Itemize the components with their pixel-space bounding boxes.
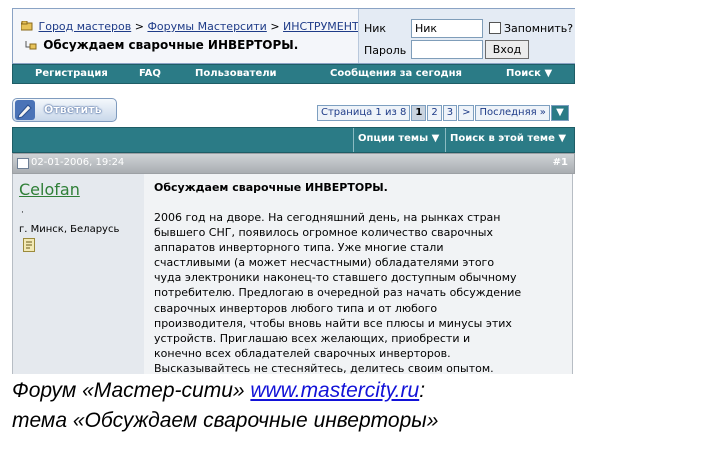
thread-icon <box>25 41 37 50</box>
user-title: · <box>21 208 24 218</box>
thread-title-text: Обсуждаем сварочные ИНВЕРТОРЫ. <box>43 38 299 52</box>
nick-label: Ник <box>364 22 387 35</box>
breadcrumb-forums-link[interactable]: Форумы Мастерсити <box>147 20 266 33</box>
thread-options-menu[interactable]: Опции темы ▼ <box>358 133 439 144</box>
user-status-icon <box>23 238 35 252</box>
caption-forum-name: Форум «Мастер-сити» <box>12 379 251 402</box>
forum-screenshot: Город мастеров > Форумы Мастерсити > ИНС… <box>12 8 575 374</box>
reply-button[interactable]: Ответить <box>12 98 117 122</box>
remember-label: Запомнить? <box>504 22 574 35</box>
caption-line-2: тема «Обсуждаем сварочные инверторы» <box>12 409 439 432</box>
page-last[interactable]: Последняя » <box>475 105 550 121</box>
pencil-icon <box>15 100 35 120</box>
thread-options-label: Опции темы <box>358 133 429 144</box>
login-button[interactable]: Вход <box>485 40 529 59</box>
caption-url-link[interactable]: www.mastercity.ru <box>250 379 419 402</box>
thread-search-label: Поиск в этой теме <box>450 133 555 144</box>
reply-button-label: Ответить <box>44 103 102 116</box>
breadcrumb: Город мастеров > Форумы Мастерсити > ИНС… <box>21 20 368 33</box>
post-body: Обсуждаем сварочные ИНВЕРТОРЫ. 2006 год … <box>144 174 573 374</box>
nav-members[interactable]: Пользователи <box>195 68 277 79</box>
post-icon <box>17 158 29 169</box>
page-3[interactable]: 3 <box>442 105 458 121</box>
nav-search[interactable]: Поиск ▼ <box>506 68 552 79</box>
page-1[interactable]: 1 <box>411 105 427 121</box>
thread-title: Обсуждаем сварочные ИНВЕРТОРЫ. <box>25 38 298 52</box>
post-text: 2006 год на дворе. На сегодняшний день, … <box>154 211 522 374</box>
forum-header: Город мастеров > Форумы Мастерсити > ИНС… <box>12 8 575 64</box>
pagination: Страница 1 из 8 1 2 3 > Последняя » ▼ <box>317 105 570 121</box>
nick-input[interactable]: Ник <box>411 19 483 38</box>
breadcrumb-tools-link[interactable]: ИНСТРУМЕНТЫ <box>283 20 368 33</box>
chevron-down-icon: ▼ <box>544 68 553 79</box>
nav-todays-posts[interactable]: Сообщения за сегодня <box>330 68 462 79</box>
toolbar-divider <box>445 128 446 152</box>
nav-faq[interactable]: FAQ <box>139 68 161 79</box>
breadcrumb-home-link[interactable]: Город мастеров <box>39 20 132 33</box>
chevron-down-icon: ▼ <box>431 133 440 144</box>
nav-folder-icon <box>21 21 33 31</box>
thread-search-menu[interactable]: Поиск в этой теме ▼ <box>450 133 566 144</box>
breadcrumb-separator: > <box>134 20 144 33</box>
breadcrumb-separator: > <box>270 20 280 33</box>
caption-colon: : <box>419 379 426 402</box>
thread-tools-bar: Опции темы ▼ Поиск в этой теме ▼ <box>12 127 575 153</box>
password-label: Пароль <box>364 44 407 57</box>
nav-register[interactable]: Регистрация <box>35 68 108 79</box>
post-title: Обсуждаем сварочные ИНВЕРТОРЫ. <box>154 181 388 194</box>
main-navbar: Регистрация FAQ Пользователи Сообщения з… <box>12 64 575 84</box>
password-input[interactable] <box>411 40 483 59</box>
user-location: г. Минск, Беларусь <box>19 224 120 235</box>
page-next[interactable]: > <box>458 105 475 121</box>
post-username[interactable]: Celofan <box>19 180 80 199</box>
nav-search-label: Поиск <box>506 68 541 79</box>
login-box: Ник Ник Запомнить? Пароль Вход <box>358 9 575 63</box>
post-date: 02-01-2006, 19:24 <box>31 157 125 168</box>
caption-line-1: Форум «Мастер-сити» www.mastercity.ru: <box>12 379 425 403</box>
pagination-info: Страница 1 из 8 <box>317 105 411 121</box>
user-status-glyph <box>26 241 32 249</box>
post-header: 02-01-2006, 19:24 #1 <box>12 153 575 174</box>
pencil-glyph <box>17 104 32 119</box>
chevron-down-icon[interactable]: ▼ <box>550 105 569 121</box>
page-2[interactable]: 2 <box>427 105 442 121</box>
chevron-down-icon: ▼ <box>558 133 567 144</box>
remember-checkbox[interactable] <box>489 22 501 34</box>
post-user-panel: Celofan · г. Минск, Беларусь <box>12 174 144 374</box>
post-number-link[interactable]: #1 <box>553 157 568 168</box>
toolbar-divider <box>353 128 354 152</box>
